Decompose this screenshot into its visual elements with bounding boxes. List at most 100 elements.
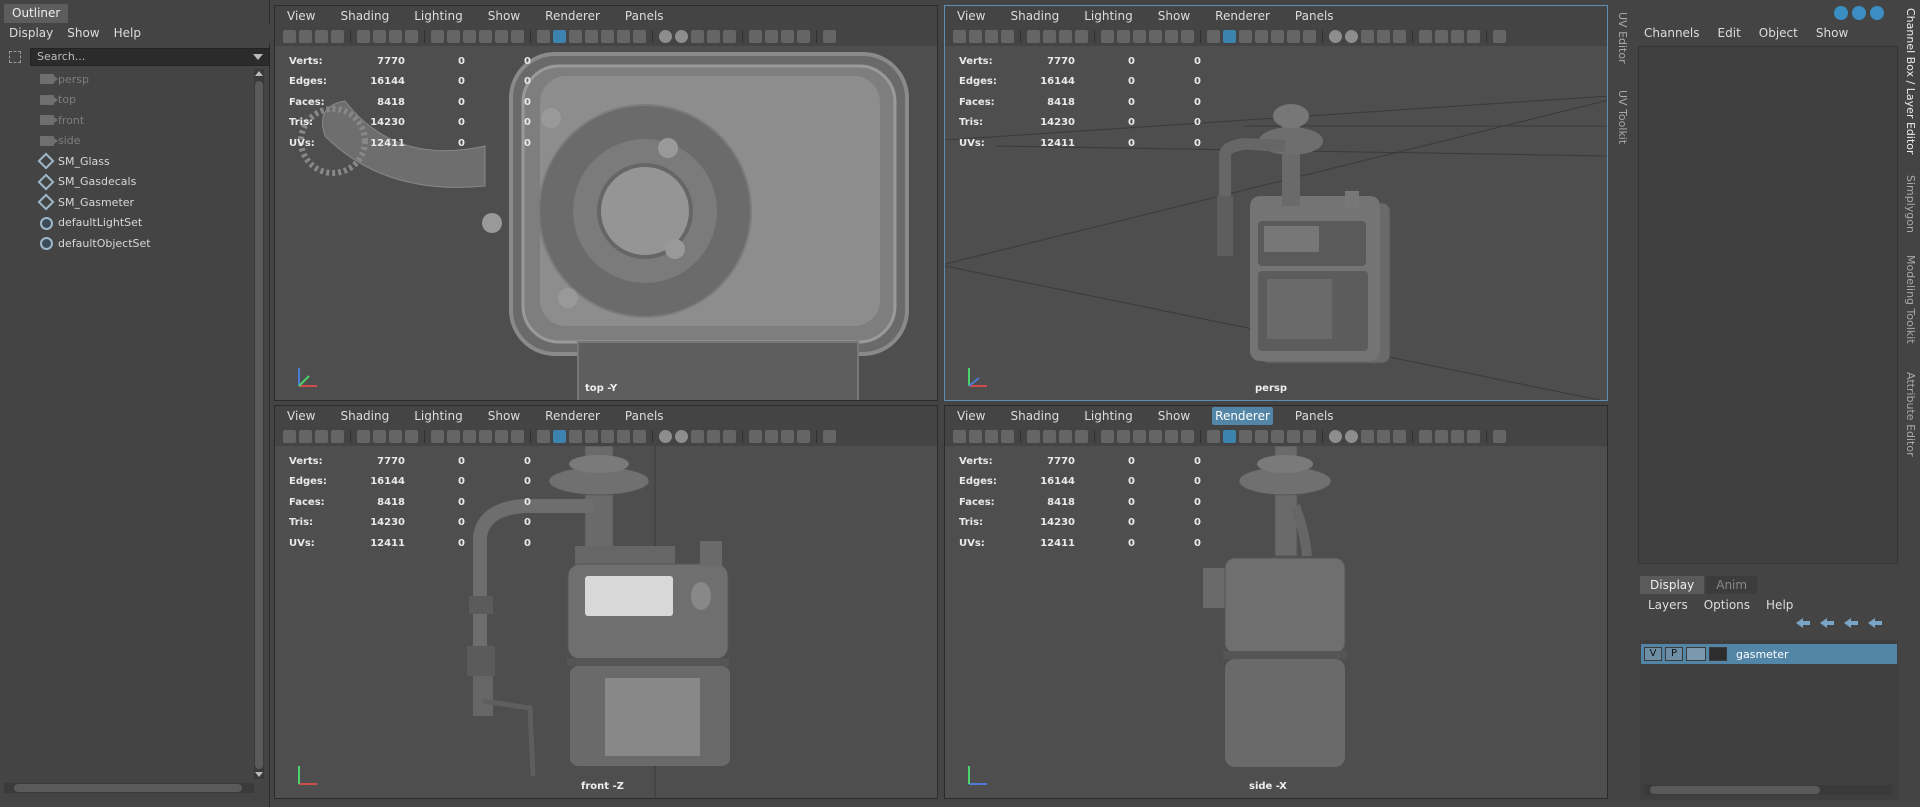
menu-channels[interactable]: Channels bbox=[1644, 26, 1700, 40]
viewport-tool-icon[interactable] bbox=[1303, 429, 1316, 443]
viewport-tool-icon[interactable] bbox=[1287, 429, 1300, 443]
viewport-tool-icon[interactable] bbox=[823, 429, 836, 443]
tab-modeling-toolkit[interactable]: Modeling Toolkit bbox=[1904, 255, 1917, 344]
viewport-tool-icon[interactable] bbox=[781, 29, 794, 43]
viewport-tool-icon[interactable] bbox=[357, 429, 370, 443]
viewport-tool-icon[interactable] bbox=[1207, 429, 1220, 443]
tab-anim[interactable]: Anim bbox=[1706, 576, 1758, 594]
viewport-front[interactable]: View Shading Lighting Show Renderer Pane… bbox=[274, 405, 938, 799]
viewport-tool-icon[interactable] bbox=[389, 429, 402, 443]
scroll-down-icon[interactable] bbox=[255, 772, 263, 777]
viewport-tool-icon[interactable] bbox=[659, 429, 672, 443]
tab-uv-toolkit[interactable]: UV Toolkit bbox=[1616, 90, 1629, 144]
filter-icon[interactable] bbox=[9, 51, 21, 63]
outliner-item-sm-gasdecals[interactable]: SM_Gasdecals bbox=[0, 172, 255, 193]
menu-shading[interactable]: Shading bbox=[337, 7, 392, 25]
viewport-tool-icon[interactable] bbox=[1255, 429, 1268, 443]
outliner-menu-display[interactable]: Display bbox=[9, 23, 53, 43]
viewport-tool-icon[interactable] bbox=[1001, 429, 1014, 443]
viewport-tool-icon[interactable] bbox=[1345, 429, 1358, 443]
menu-panels[interactable]: Panels bbox=[622, 7, 667, 25]
viewport-tool-icon[interactable] bbox=[985, 429, 998, 443]
outliner-item-default-light-set[interactable]: defaultLightSet bbox=[0, 213, 255, 234]
viewport-tool-icon[interactable] bbox=[765, 429, 778, 443]
viewport-tool-icon[interactable] bbox=[357, 29, 370, 43]
viewport-tool-icon[interactable] bbox=[723, 429, 736, 443]
tab-uv-editor[interactable]: UV Editor bbox=[1616, 12, 1629, 64]
viewport-top[interactable]: View Shading Lighting Show Renderer Pane… bbox=[274, 5, 938, 401]
outliner-item-default-object-set[interactable]: defaultObjectSet bbox=[0, 233, 255, 254]
menu-help[interactable]: Help bbox=[1766, 598, 1793, 612]
viewport-tool-icon[interactable] bbox=[1361, 429, 1374, 443]
menu-options[interactable]: Options bbox=[1704, 598, 1750, 612]
scroll-thumb[interactable] bbox=[255, 81, 263, 769]
attribute-editor-toggle-icon[interactable] bbox=[1834, 6, 1848, 20]
viewport-tool-icon[interactable] bbox=[601, 29, 614, 43]
viewport-tool-icon[interactable] bbox=[1303, 29, 1316, 43]
viewport-tool-icon[interactable] bbox=[797, 29, 810, 43]
tool-settings-toggle-icon[interactable] bbox=[1852, 6, 1866, 20]
layer-color-swatch[interactable] bbox=[1686, 647, 1706, 661]
scroll-thumb[interactable] bbox=[14, 784, 242, 792]
outliner-item-persp[interactable]: persp bbox=[0, 69, 255, 90]
viewport-tool-icon[interactable] bbox=[633, 429, 646, 443]
viewport-tool-icon[interactable] bbox=[389, 29, 402, 43]
viewport-tool-icon[interactable] bbox=[765, 29, 778, 43]
viewport-tool-icon[interactable] bbox=[1451, 429, 1464, 443]
viewport-tool-icon[interactable] bbox=[985, 29, 998, 43]
viewport-tool-icon[interactable] bbox=[1043, 29, 1056, 43]
menu-renderer[interactable]: Renderer bbox=[542, 7, 603, 25]
viewport-tool-icon[interactable] bbox=[1255, 29, 1268, 43]
viewport-tool-icon[interactable] bbox=[1329, 429, 1342, 443]
viewport-tool-icon[interactable] bbox=[585, 29, 598, 43]
menu-shading[interactable]: Shading bbox=[337, 407, 392, 425]
viewport-tool-icon[interactable] bbox=[299, 429, 312, 443]
viewport-tool-icon[interactable] bbox=[1181, 429, 1194, 443]
viewport-tool-icon[interactable] bbox=[797, 429, 810, 443]
layer-playback-toggle[interactable]: P bbox=[1665, 647, 1683, 661]
viewport-tool-icon[interactable] bbox=[1027, 429, 1040, 443]
viewport-tool-icon[interactable] bbox=[553, 29, 566, 43]
outliner-horizontal-scrollbar[interactable] bbox=[4, 783, 254, 793]
viewport-tool-icon[interactable] bbox=[1149, 429, 1162, 443]
tab-display[interactable]: Display bbox=[1640, 576, 1705, 594]
viewport-tool-icon[interactable] bbox=[1059, 429, 1072, 443]
viewport-tool-icon[interactable] bbox=[1101, 429, 1114, 443]
viewport-tool-icon[interactable] bbox=[723, 29, 736, 43]
menu-view[interactable]: View bbox=[284, 407, 318, 425]
scroll-thumb[interactable] bbox=[1650, 786, 1820, 794]
menu-lighting[interactable]: Lighting bbox=[411, 7, 466, 25]
viewport-tool-icon[interactable] bbox=[707, 29, 720, 43]
viewport-tool-icon[interactable] bbox=[1207, 29, 1220, 43]
viewport-tool-icon[interactable] bbox=[1027, 29, 1040, 43]
viewport-tool-icon[interactable] bbox=[1377, 429, 1390, 443]
viewport-tool-icon[interactable] bbox=[1435, 29, 1448, 43]
new-layer-icon[interactable] bbox=[1844, 618, 1858, 628]
viewport-tool-icon[interactable] bbox=[1393, 429, 1406, 443]
tab-simplygon[interactable]: Simplygon bbox=[1904, 175, 1917, 233]
viewport-tool-icon[interactable] bbox=[969, 429, 982, 443]
viewport-tool-icon[interactable] bbox=[617, 29, 630, 43]
viewport-tool-icon[interactable] bbox=[479, 29, 492, 43]
outliner-item-front[interactable]: front bbox=[0, 110, 255, 131]
viewport-tool-icon[interactable] bbox=[1287, 29, 1300, 43]
menu-object[interactable]: Object bbox=[1759, 26, 1798, 40]
outliner-item-top[interactable]: top bbox=[0, 90, 255, 111]
move-layer-up-icon[interactable] bbox=[1796, 618, 1810, 628]
viewport-tool-icon[interactable] bbox=[953, 429, 966, 443]
menu-show[interactable]: Show bbox=[1816, 26, 1848, 40]
menu-lighting[interactable]: Lighting bbox=[411, 407, 466, 425]
viewport-tool-icon[interactable] bbox=[495, 29, 508, 43]
viewport-tool-icon[interactable] bbox=[1181, 29, 1194, 43]
viewport-tool-icon[interactable] bbox=[1101, 29, 1114, 43]
viewport-tool-icon[interactable] bbox=[1393, 29, 1406, 43]
menu-renderer[interactable]: Renderer bbox=[1212, 407, 1273, 425]
viewport-tool-icon[interactable] bbox=[315, 29, 328, 43]
outliner-item-sm-glass[interactable]: SM_Glass bbox=[0, 151, 255, 172]
viewport-tool-icon[interactable] bbox=[495, 429, 508, 443]
viewport-tool-icon[interactable] bbox=[1059, 29, 1072, 43]
viewport-tool-icon[interactable] bbox=[553, 429, 566, 443]
viewport-tool-icon[interactable] bbox=[1239, 29, 1252, 43]
viewport-tool-icon[interactable] bbox=[283, 29, 296, 43]
viewport-tool-icon[interactable] bbox=[479, 429, 492, 443]
